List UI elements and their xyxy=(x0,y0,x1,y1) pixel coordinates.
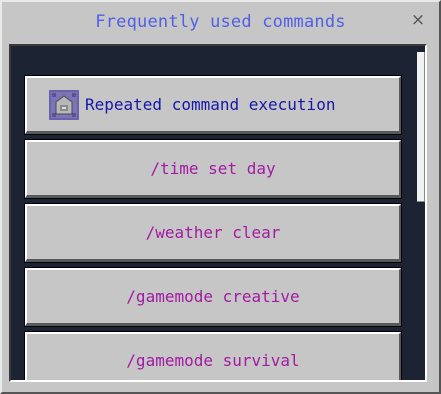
scrollbar[interactable] xyxy=(417,52,425,378)
repeated-command-execution-button[interactable]: Repeated command execution xyxy=(24,75,402,135)
commands-dialog: Frequently used commands × Repeated comm… xyxy=(0,0,441,394)
time-set-day-button[interactable]: /time set day xyxy=(24,139,402,199)
gamemode-creative-button[interactable]: /gamemode creative xyxy=(24,267,402,327)
gamemode-survival-button[interactable]: /gamemode survival xyxy=(24,331,402,380)
close-icon[interactable]: × xyxy=(409,11,427,29)
command-block-icon xyxy=(49,89,79,120)
command-label: /gamemode creative xyxy=(126,287,300,306)
command-label: /gamemode survival xyxy=(126,351,300,370)
dialog-title: Frequently used commands xyxy=(95,12,346,32)
command-label: /weather clear xyxy=(145,223,281,242)
scrollbar-thumb[interactable] xyxy=(417,52,425,202)
command-label: Repeated command execution xyxy=(85,95,336,114)
weather-clear-button[interactable]: /weather clear xyxy=(24,203,402,263)
command-list[interactable]: Repeated command execution /time set day… xyxy=(9,44,427,382)
command-label: /time set day xyxy=(150,159,276,178)
